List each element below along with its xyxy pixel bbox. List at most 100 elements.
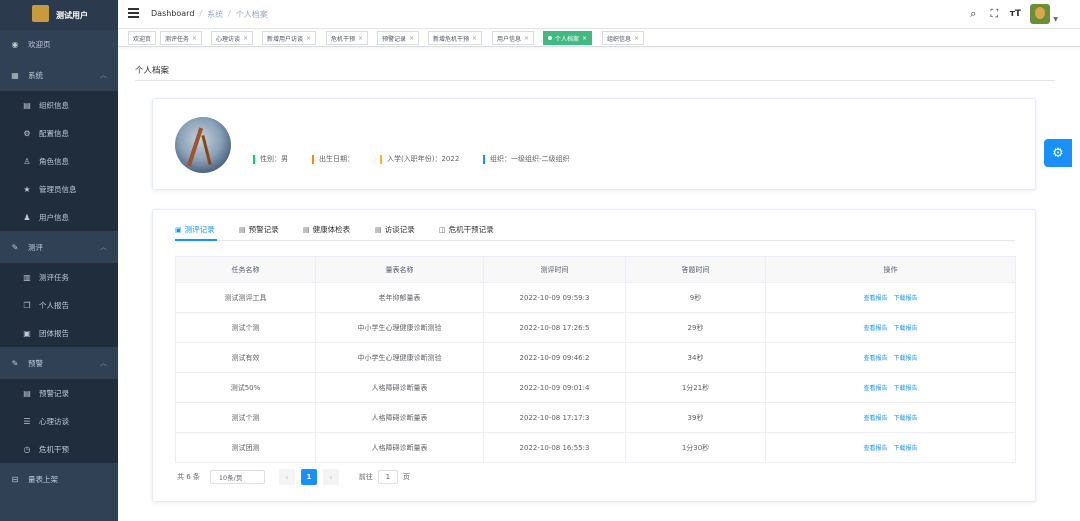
tag-label: 个人档案	[555, 35, 580, 43]
cell-actions: 查看报告 下载报告	[765, 312, 1016, 343]
view-report-link[interactable]: 查看报告	[863, 355, 887, 362]
tag-org-info[interactable]: 组织信息 ×	[602, 31, 645, 45]
tab-crisis-records[interactable]: ◫ 危机干预记录	[439, 224, 494, 235]
cell-scale: 人格障碍诊断量表	[315, 402, 484, 433]
sidebar-item-label: 危机干预	[39, 444, 69, 454]
close-icon[interactable]: ×	[472, 35, 477, 42]
tag-label: 危机干预	[331, 35, 356, 43]
download-report-link[interactable]: 下载报告	[894, 295, 918, 302]
breadcrumb-separator: /	[199, 9, 203, 18]
sidebar-item-personal-report[interactable]: ❐ 个人报告	[0, 291, 118, 319]
sidebar-item-crisis[interactable]: ◷ 危机干预	[0, 435, 118, 463]
close-icon[interactable]: ×	[409, 35, 414, 42]
cell-task: 测试个测	[175, 312, 316, 343]
cell-task: 测试团测	[175, 432, 316, 463]
sidebar-item-user-info[interactable]: ♟ 用户信息	[0, 203, 118, 231]
sidebar-item-assessment-task[interactable]: ▥ 测评任务	[0, 263, 118, 291]
tag-warning-records[interactable]: 预警记录 ×	[377, 31, 420, 45]
cell-task: 测试测评工具	[175, 282, 316, 313]
close-icon[interactable]: ×	[243, 35, 248, 42]
sidebar-item-welcome[interactable]: ◉ 欢迎页	[0, 30, 118, 58]
tag-user-info[interactable]: 用户信息 ×	[492, 31, 535, 45]
records-card: ▣ 测评记录 ▤ 预警记录 ▤ 健康体检表 ▤ 访谈记录 ◫ 危机干预记录 任务…	[152, 209, 1036, 502]
table-row: 测试测评工具 老年抑郁量表 2022-10-09 09:59:3 9秒 查看报告…	[175, 282, 1016, 313]
profile-org-text: 组织：一级组织-二级组织	[490, 155, 570, 163]
tag-label: 新增危机干预	[433, 35, 470, 43]
fullscreen-icon[interactable]: ⛶	[988, 7, 1000, 20]
avatar[interactable]	[1030, 4, 1051, 24]
menu-toggle-icon[interactable]	[128, 8, 139, 18]
sidebar-item-config-info[interactable]: ⚙ 配置信息	[0, 119, 118, 147]
tag-crisis[interactable]: 危机干预 ×	[326, 31, 369, 45]
sidebar-item-system[interactable]: ▦ 系统 ︿	[0, 61, 118, 89]
close-icon[interactable]: ×	[582, 35, 587, 42]
tag-personal-profile[interactable]: 个人档案 ×	[543, 31, 593, 45]
sidebar-item-org-info[interactable]: ▤ 组织信息	[0, 91, 118, 119]
sidebar-item-admin-info[interactable]: ★ 管理员信息	[0, 175, 118, 203]
download-report-link[interactable]: 下载报告	[894, 445, 918, 452]
profile-avatar	[175, 117, 231, 173]
cell-actions: 查看报告 下载报告	[765, 432, 1016, 463]
search-icon[interactable]: ⌕	[967, 7, 979, 20]
font-size-icon[interactable]: тT	[1009, 8, 1021, 20]
tag-assessment-task[interactable]: 测评任务 ×	[160, 31, 203, 45]
sidebar-item-warning-records[interactable]: ▤ 预警记录	[0, 379, 118, 407]
close-icon[interactable]: ×	[358, 35, 363, 42]
inbox-icon: ⊟	[11, 474, 19, 484]
profile-gender-text: 性别：男	[260, 155, 288, 163]
close-icon[interactable]: ×	[192, 35, 197, 42]
cell-scale: 中小学生心理健康诊断测验	[315, 342, 484, 373]
download-report-link[interactable]: 下载报告	[894, 415, 918, 422]
view-report-link[interactable]: 查看报告	[863, 325, 887, 332]
sidebar-item-warning[interactable]: ✎ 预警 ︿	[0, 349, 118, 377]
cell-duration: 9秒	[625, 282, 766, 313]
sidebar-item-interview[interactable]: ☰ 心理访谈	[0, 407, 118, 435]
page-size-select[interactable]: 10条/页	[209, 470, 265, 484]
tag-interview[interactable]: 心理访谈 ×	[211, 31, 254, 45]
sidebar-item-assessment[interactable]: ✎ 测评 ︿	[0, 233, 118, 261]
breadcrumb-home[interactable]: Dashboard	[151, 9, 194, 20]
caret-down-icon[interactable]: ▼	[1053, 16, 1058, 23]
settings-button[interactable]: ⚙	[1044, 139, 1072, 167]
view-report-link[interactable]: 查看报告	[863, 385, 887, 392]
view-report-link[interactable]: 查看报告	[863, 295, 887, 302]
close-icon[interactable]: ×	[306, 35, 311, 42]
prev-page-button[interactable]: ‹	[278, 469, 295, 485]
tag-new-user-interview[interactable]: 新增用户访谈 ×	[262, 31, 317, 45]
cell-actions: 查看报告 下载报告	[765, 372, 1016, 403]
cell-duration: 1分21秒	[625, 372, 766, 403]
page-title: 个人档案	[135, 66, 170, 76]
app-logo	[32, 5, 49, 22]
sidebar-item-label: 个人报告	[39, 300, 69, 310]
tab-warning-records[interactable]: ▤ 预警记录	[239, 224, 279, 235]
close-icon[interactable]: ×	[634, 35, 639, 42]
sidebar-item-group-report[interactable]: ▣ 团体报告	[0, 319, 118, 347]
sidebar-item-scale[interactable]: ⊟ 量表上架	[0, 465, 118, 493]
tab-label: 测评记录	[184, 225, 215, 234]
download-report-link[interactable]: 下载报告	[894, 325, 918, 332]
tag-welcome[interactable]: 欢迎页	[128, 31, 157, 45]
sidebar-item-role-info[interactable]: ♙ 角色信息	[0, 147, 118, 175]
breadcrumb: Dashboard / 系统 / 个人档案	[151, 9, 268, 20]
close-icon[interactable]: ×	[524, 35, 529, 42]
goto-page-input[interactable]: 1	[377, 470, 398, 484]
profile-birth-text: 出生日期：	[319, 155, 354, 163]
download-report-link[interactable]: 下载报告	[894, 385, 918, 392]
page-number-current[interactable]: 1	[300, 469, 317, 485]
sidebar: 测试用户 ◉ 欢迎页 ▦ 系统 ︿ ▤ 组织信息 ⚙ 配置信息 ♙ 角色信息 ★…	[0, 0, 118, 521]
tab-interview-records[interactable]: ▤ 访谈记录	[375, 224, 415, 235]
tag-label: 心理访谈	[216, 35, 241, 43]
next-page-button[interactable]: ›	[322, 469, 339, 485]
tab-assessment-records[interactable]: ▣ 测评记录	[175, 224, 215, 235]
tag-new-crisis[interactable]: 新增危机干预 ×	[428, 31, 483, 45]
pagination-total: 共 6 条	[177, 473, 200, 481]
tab-health-checkup[interactable]: ▤ 健康体检表	[303, 224, 350, 235]
sidebar-item-label: 配置信息	[39, 128, 69, 138]
chevron-up-icon: ︿	[100, 71, 107, 79]
view-report-link[interactable]: 查看报告	[863, 445, 887, 452]
settings-icon: ⚙	[23, 128, 31, 138]
download-report-link[interactable]: 下载报告	[894, 355, 918, 362]
book-icon: ▥	[23, 272, 31, 282]
view-report-link[interactable]: 查看报告	[863, 415, 887, 422]
pagination: 共 6 条 10条/页 ‹ 1 › 前往 1 页	[177, 469, 410, 485]
